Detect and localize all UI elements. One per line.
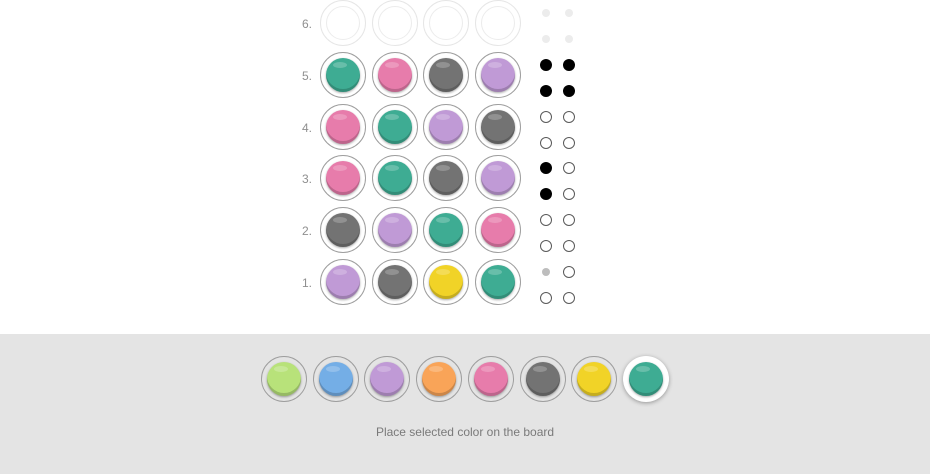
feedback-black-pin xyxy=(540,58,552,71)
peg-slot[interactable] xyxy=(320,51,366,98)
peg-slot[interactable] xyxy=(474,259,521,305)
peg-yellow xyxy=(429,265,463,299)
peg-orange xyxy=(422,362,457,396)
guess-row: 5. xyxy=(0,49,930,101)
feedback-black-pin xyxy=(540,84,552,97)
row-number: 6. xyxy=(301,17,312,31)
empty-peg-slot[interactable] xyxy=(320,0,366,46)
peg-gray xyxy=(377,265,412,299)
peg-gray xyxy=(326,213,360,248)
peg-pink xyxy=(473,362,508,396)
peg-teal xyxy=(429,213,463,248)
row-number: 2. xyxy=(301,224,312,239)
feedback-black-pin xyxy=(540,162,552,175)
peg-slot[interactable] xyxy=(474,207,521,254)
color-swatch-pink[interactable] xyxy=(467,356,514,402)
feedback-future-pin xyxy=(542,9,550,17)
peg-slot[interactable] xyxy=(320,155,366,202)
peg-pink xyxy=(326,109,360,144)
feedback-white-pin xyxy=(563,240,575,253)
peg-slot[interactable] xyxy=(320,103,366,150)
guess-row: 3. xyxy=(0,152,930,204)
peg-teal xyxy=(628,362,663,396)
feedback-black-pin xyxy=(563,84,575,97)
guess-row: 4. xyxy=(0,101,930,153)
peg-pink xyxy=(377,57,412,92)
peg-slot[interactable] xyxy=(474,51,521,98)
peg-slot[interactable] xyxy=(423,207,469,254)
feedback-white-pin xyxy=(563,266,575,278)
peg-slot[interactable] xyxy=(474,155,521,202)
feedback-future-pin xyxy=(565,35,573,43)
peg-slot[interactable] xyxy=(320,207,366,254)
peg-slot[interactable] xyxy=(423,155,469,202)
peg-purple xyxy=(429,109,463,144)
feedback-white-pin xyxy=(563,162,575,175)
empty-peg-slot[interactable] xyxy=(371,0,418,46)
feedback-future-pin xyxy=(565,9,573,17)
peg-purple xyxy=(377,213,412,248)
peg-slot[interactable] xyxy=(474,103,521,150)
peg-slot[interactable] xyxy=(371,103,418,150)
guess-row: 2. xyxy=(0,204,930,256)
feedback-black-pin xyxy=(540,188,552,201)
peg-gray xyxy=(429,57,463,92)
feedback-white-pin xyxy=(563,292,575,304)
feedback-white-pin xyxy=(540,136,552,149)
game-board: 6. 5. 4. 3. 2. 1. xyxy=(0,0,930,334)
guess-row: 6. xyxy=(0,0,930,49)
color-swatch-orange[interactable] xyxy=(416,356,463,402)
color-swatch-teal[interactable] xyxy=(622,356,669,402)
peg-teal xyxy=(480,265,515,299)
feedback-black-pin xyxy=(563,58,575,71)
peg-slot[interactable] xyxy=(371,207,418,254)
feedback-future-pin xyxy=(542,35,550,43)
peg-purple xyxy=(480,57,515,92)
peg-slot[interactable] xyxy=(423,103,469,150)
feedback-white-pin xyxy=(540,110,552,123)
peg-slot[interactable] xyxy=(371,51,418,98)
empty-peg-slot[interactable] xyxy=(474,0,521,46)
feedback-white-pin xyxy=(563,214,575,227)
instruction-text: Place selected color on the board xyxy=(375,425,555,439)
peg-slot[interactable] xyxy=(371,155,418,202)
peg-gray xyxy=(480,109,515,144)
peg-gray xyxy=(525,362,560,396)
color-swatch-blue[interactable] xyxy=(312,356,359,402)
feedback-none-pin xyxy=(542,268,550,276)
peg-gray xyxy=(429,161,463,196)
color-swatch-green[interactable] xyxy=(261,356,307,402)
peg-teal xyxy=(377,161,412,196)
peg-purple xyxy=(370,362,405,396)
feedback-white-pin xyxy=(540,214,552,227)
feedback-white-pin xyxy=(540,292,552,304)
peg-slot[interactable] xyxy=(371,259,418,305)
color-swatch-yellow[interactable] xyxy=(571,356,618,402)
row-number: 5. xyxy=(301,68,312,83)
peg-slot[interactable] xyxy=(423,259,469,305)
guess-row: 1. xyxy=(0,256,930,308)
peg-pink xyxy=(326,161,360,196)
peg-teal xyxy=(326,57,360,92)
peg-purple xyxy=(480,161,515,196)
color-palette: Place selected color on the board xyxy=(0,334,930,474)
color-swatch-purple[interactable] xyxy=(364,356,411,402)
peg-slot[interactable] xyxy=(423,51,469,98)
feedback-white-pin xyxy=(563,188,575,201)
feedback-white-pin xyxy=(540,240,552,253)
peg-pink xyxy=(480,213,515,248)
peg-blue xyxy=(318,362,353,396)
empty-peg-slot[interactable] xyxy=(423,0,469,46)
peg-slot[interactable] xyxy=(320,259,366,305)
feedback-white-pin xyxy=(563,110,575,123)
peg-green xyxy=(267,362,301,396)
peg-teal xyxy=(377,109,412,144)
row-number: 4. xyxy=(301,120,312,135)
color-swatch-gray[interactable] xyxy=(519,356,566,402)
row-number: 3. xyxy=(301,172,312,187)
peg-yellow xyxy=(577,362,612,396)
peg-purple xyxy=(326,265,360,299)
row-number: 1. xyxy=(301,276,312,290)
feedback-white-pin xyxy=(563,136,575,149)
